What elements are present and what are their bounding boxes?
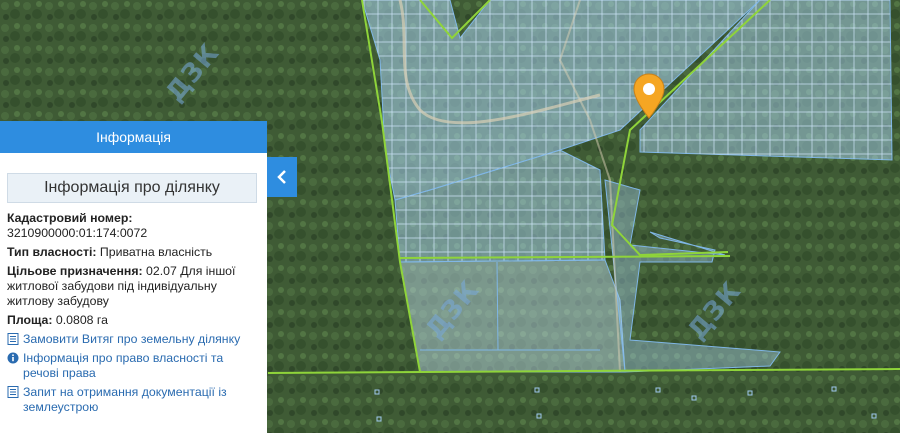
document-icon <box>7 386 19 398</box>
info-panel: Інформація Інформація про ділянку Кадаст… <box>0 121 267 433</box>
ownership-info-link[interactable]: Інформація про право власності та речові… <box>7 351 259 381</box>
area-label: Площа: <box>7 313 53 327</box>
cadastral-number-value: 3210900000:01:174:0072 <box>7 226 148 240</box>
ownership-type-value: Приватна власність <box>99 245 213 259</box>
chevron-left-icon <box>277 170 286 184</box>
document-icon <box>7 333 19 345</box>
parcel-details: Кадастровий номер: 3210900000:01:174:007… <box>0 203 267 415</box>
order-extract-link[interactable]: Замовити Витяг про земельну ділянку <box>7 332 259 347</box>
area-row: Площа: 0.0808 га <box>7 313 259 328</box>
parcel-info-heading: Інформація про ділянку <box>7 173 257 203</box>
documentation-request-link-label[interactable]: Запит на отримання документації із земле… <box>23 385 259 415</box>
order-extract-link-label[interactable]: Замовити Витяг про земельну ділянку <box>23 332 240 347</box>
collapse-panel-button[interactable] <box>267 157 297 197</box>
purpose-row: Цільове призначення: 02.07 Для іншої жит… <box>7 264 259 309</box>
cadastral-number-label: Кадастровий номер: <box>7 211 133 225</box>
documentation-request-link[interactable]: Запит на отримання документації із земле… <box>7 385 259 415</box>
purpose-label: Цільове призначення: <box>7 264 143 278</box>
ownership-info-link-label[interactable]: Інформація про право власності та речові… <box>23 351 259 381</box>
cadastral-number-row: Кадастровий номер: 3210900000:01:174:007… <box>7 211 259 241</box>
info-icon <box>7 352 19 364</box>
area-value: 0.0808 га <box>55 313 108 327</box>
ownership-type-label: Тип власності: <box>7 245 97 259</box>
panel-title: Інформація <box>0 121 267 153</box>
map-pin-icon[interactable] <box>632 72 666 120</box>
ownership-type-row: Тип власності: Приватна власність <box>7 245 259 260</box>
